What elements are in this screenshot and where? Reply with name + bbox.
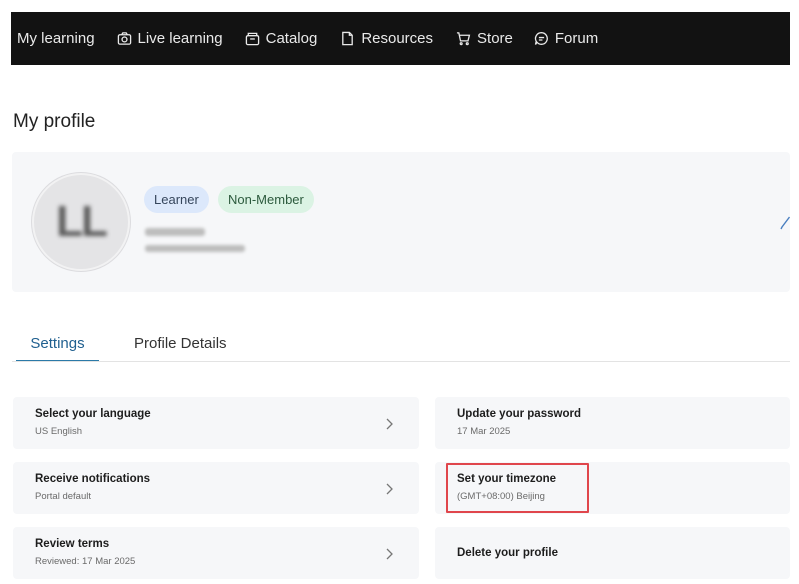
catalog-icon [245,32,259,46]
tabs-divider [12,361,790,362]
update-password-card[interactable]: Update your password 17 Mar 2025 [435,397,790,449]
tab-profile-details[interactable]: Profile Details [134,335,227,352]
chat-bubble-icon [534,32,548,45]
nav-label: Forum [554,30,599,47]
setting-title: Update your password [457,408,581,420]
setting-title: Receive notifications [35,473,151,485]
setting-value: (GMT+08:00) Beijing [457,491,545,502]
setting-title: Set your timezone [457,473,557,485]
setting-title: Review terms [35,538,110,550]
nav-item-resources[interactable]: Resources [340,12,433,65]
chevron-right-icon [386,482,393,495]
setting-value: Reviewed: 17 Mar 2025 [35,556,136,567]
set-timezone-card[interactable]: Set your timezone (GMT+08:00) Beijing [435,462,790,514]
nav-label: Live learning [137,30,223,47]
nav-label: Resources [361,30,434,47]
setting-title: Select your language [35,408,151,420]
nav-label: Catalog [265,30,318,47]
document-icon [342,31,354,46]
nav-item-forum[interactable]: Forum [534,12,598,65]
avatar[interactable]: LL [32,173,130,271]
nav-item-catalog[interactable]: Catalog [245,12,318,65]
setting-value: US English [35,426,82,437]
nav-label: Store [477,30,513,47]
profile-card: LL Learner Non-Member [12,152,791,292]
nav-item-my-learning[interactable]: My learning [17,12,95,65]
learner-badge: Learner [144,186,209,213]
setting-value: 17 Mar 2025 [457,426,511,437]
avatar-initials: LL [56,197,108,246]
redacted-user-email [145,245,245,252]
setting-title: Delete your profile [457,547,558,559]
nav-label: My learning [17,30,95,47]
tab-settings[interactable]: Settings [16,335,99,362]
membership-badge: Non-Member [218,186,314,213]
select-language-card[interactable]: Select your language US English [13,397,419,449]
nav-item-live-learning[interactable]: Live learning [117,12,223,65]
nav-item-store[interactable]: Store [456,12,513,65]
review-terms-card[interactable]: Review terms Reviewed: 17 Mar 2025 [13,527,419,579]
top-navigation-bar: My learning Live learning Catalog Resour… [11,12,790,65]
cart-icon [456,32,471,46]
receive-notifications-card[interactable]: Receive notifications Portal default [13,462,419,514]
redacted-user-name [145,228,205,236]
camera-icon [117,32,131,45]
chevron-right-icon [386,547,393,560]
page-title: My profile [13,111,96,132]
edit-profile-button[interactable] [780,214,791,230]
chevron-right-icon [386,417,393,430]
setting-value: Portal default [35,491,91,502]
delete-profile-card[interactable]: Delete your profile [435,527,790,579]
pencil-icon [780,216,791,230]
